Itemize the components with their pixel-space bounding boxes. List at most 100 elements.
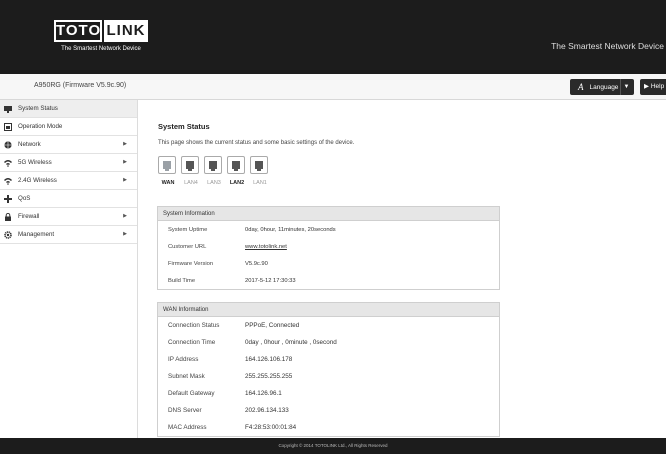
info-row: DNS Server 202.96.134.133	[158, 402, 499, 419]
port-label: LAN1	[253, 180, 267, 186]
logo-toto-text: TOTO	[54, 20, 102, 42]
port-wan: WAN	[158, 156, 178, 186]
sidebar-item-label: 2.4G Wireless	[18, 177, 57, 184]
port-lan3: LAN3	[204, 156, 224, 186]
info-value: PPPoE, Connected	[245, 322, 300, 329]
info-value: 164.126.106.178	[245, 356, 293, 363]
gear-icon	[4, 230, 12, 239]
page-description: This page shows the current status and s…	[158, 140, 355, 146]
ethernet-port-icon	[181, 156, 199, 174]
model-firmware-label: A950RG (Firmware V5.9c.90)	[34, 82, 127, 89]
sidebar-item-operation-mode[interactable]: Operation Mode	[0, 118, 137, 136]
info-value: 164.126.96.1	[245, 390, 282, 397]
info-value: 2017-5-12 17:30:33	[245, 277, 296, 284]
page-title: System Status	[158, 122, 210, 131]
info-key: MAC Address	[168, 424, 207, 431]
sidebar-item-label: Network	[18, 141, 41, 148]
panel-title: System Information	[158, 207, 499, 221]
chevron-right-icon: ▶	[123, 177, 127, 183]
info-value: 0day, 0hour, 11minutes, 20seconds	[245, 226, 336, 233]
info-row: Build Time 2017-5-12 17:30:33	[158, 272, 499, 289]
main-content: System Status This page shows the curren…	[138, 100, 666, 438]
sidebar-item-label: Management	[18, 231, 55, 238]
logo-tagline: The Smartest Network Device	[61, 46, 141, 52]
globe-icon	[4, 140, 12, 149]
port-status-group: WAN LAN4 LAN3 LAN2 LAN1	[158, 156, 273, 186]
info-row: Default Gateway 164.126.96.1	[158, 385, 499, 402]
ethernet-port-icon	[227, 156, 245, 174]
port-lan2: LAN2	[227, 156, 247, 186]
info-key: DNS Server	[168, 407, 202, 414]
logo-link-text: LINK	[104, 20, 148, 42]
sidebar-item-5g-wireless[interactable]: 5G Wireless ▶	[0, 154, 137, 172]
status-icon	[4, 105, 12, 113]
sidebar-item-label: System Status	[18, 105, 58, 112]
totolink-logo[interactable]: TOTO LINK The Smartest Network Device	[54, 20, 148, 56]
info-value: 0day , 0hour , 0minute , 0second	[245, 339, 337, 346]
chevron-right-icon: ▶	[123, 213, 127, 219]
wifi-icon	[4, 177, 12, 185]
wan-information-panel: WAN Information Connection Status PPPoE,…	[157, 302, 500, 437]
language-dropdown-caret-icon[interactable]: ▼	[620, 79, 632, 95]
info-key: Build Time	[168, 277, 196, 284]
info-value: 255.255.255.255	[245, 373, 293, 380]
model-bar: A950RG (Firmware V5.9c.90) A Language ▼ …	[0, 74, 666, 100]
port-lan1: LAN1	[250, 156, 270, 186]
sidebar-item-label: QoS	[18, 195, 31, 202]
ethernet-port-icon	[158, 156, 176, 174]
port-label: WAN	[161, 180, 175, 186]
info-key: System Uptime	[168, 226, 208, 233]
info-value: F4:28:53:00:01:84	[245, 424, 297, 431]
info-row: Subnet Mask 255.255.255.255	[158, 368, 499, 385]
lock-icon	[5, 212, 11, 221]
info-key: Default Gateway	[168, 390, 215, 397]
info-row: Connection Time 0day , 0hour , 0minute ,…	[158, 334, 499, 351]
info-row: Connection Status PPPoE, Connected	[158, 317, 499, 334]
sidebar-item-firewall[interactable]: Firewall ▶	[0, 208, 137, 226]
footer-copyright: Copyright © 2014 TOTOLINK Ltd., All Righ…	[0, 438, 666, 454]
info-key: Subnet Mask	[168, 373, 205, 380]
help-button[interactable]: ▶ Help	[640, 79, 666, 95]
sidebar-item-management[interactable]: Management ▶	[0, 226, 137, 244]
chevron-right-icon: ▶	[123, 231, 127, 237]
chevron-right-icon: ▶	[123, 141, 127, 147]
info-value: V5.9c.90	[245, 260, 268, 267]
sidebar-item-network[interactable]: Network ▶	[0, 136, 137, 154]
sidebar-item-system-status[interactable]: System Status	[0, 100, 137, 118]
info-key: Firmware Version	[168, 260, 214, 267]
ethernet-port-icon	[250, 156, 268, 174]
info-row: MAC Address F4:28:53:00:01:84	[158, 419, 499, 436]
system-information-panel: System Information System Uptime 0day, 0…	[157, 206, 500, 290]
sidebar-item-label: Firewall	[18, 213, 40, 220]
language-label: Language	[589, 83, 619, 91]
chevron-right-icon: ▶	[123, 159, 127, 165]
operation-mode-icon	[4, 122, 12, 131]
port-label: LAN4	[184, 180, 198, 186]
info-key: IP Address	[168, 356, 199, 363]
port-label: LAN2	[229, 180, 245, 186]
panel-title: WAN Information	[158, 303, 499, 317]
top-header: TOTO LINK The Smartest Network Device Th…	[0, 0, 666, 74]
sidebar-item-24g-wireless[interactable]: 2.4G Wireless ▶	[0, 172, 137, 190]
qos-icon	[4, 194, 12, 203]
header-slogan: The Smartest Network Device	[551, 41, 664, 51]
info-row: Firmware Version V5.9c.90	[158, 255, 499, 272]
sidebar-item-label: 5G Wireless	[18, 159, 52, 166]
port-label: LAN3	[207, 180, 221, 186]
info-row: IP Address 164.126.106.178	[158, 351, 499, 368]
info-row: Customer URL www.totolink.net	[158, 238, 499, 255]
info-key: Customer URL	[168, 243, 207, 250]
info-key: Connection Status	[168, 322, 220, 329]
wifi-icon	[4, 159, 12, 167]
help-icon: ▶	[644, 83, 649, 90]
info-value: 202.96.134.133	[245, 407, 289, 414]
info-key: Connection Time	[168, 339, 216, 346]
help-label: Help	[650, 83, 665, 90]
sidebar-item-label: Operation Mode	[18, 123, 63, 130]
port-lan4: LAN4	[181, 156, 201, 186]
ethernet-port-icon	[204, 156, 222, 174]
info-row: System Uptime 0day, 0hour, 11minutes, 20…	[158, 221, 499, 238]
customer-url-link[interactable]: www.totolink.net	[245, 244, 287, 250]
language-icon: A	[578, 82, 584, 92]
sidebar-item-qos[interactable]: QoS	[0, 190, 137, 208]
